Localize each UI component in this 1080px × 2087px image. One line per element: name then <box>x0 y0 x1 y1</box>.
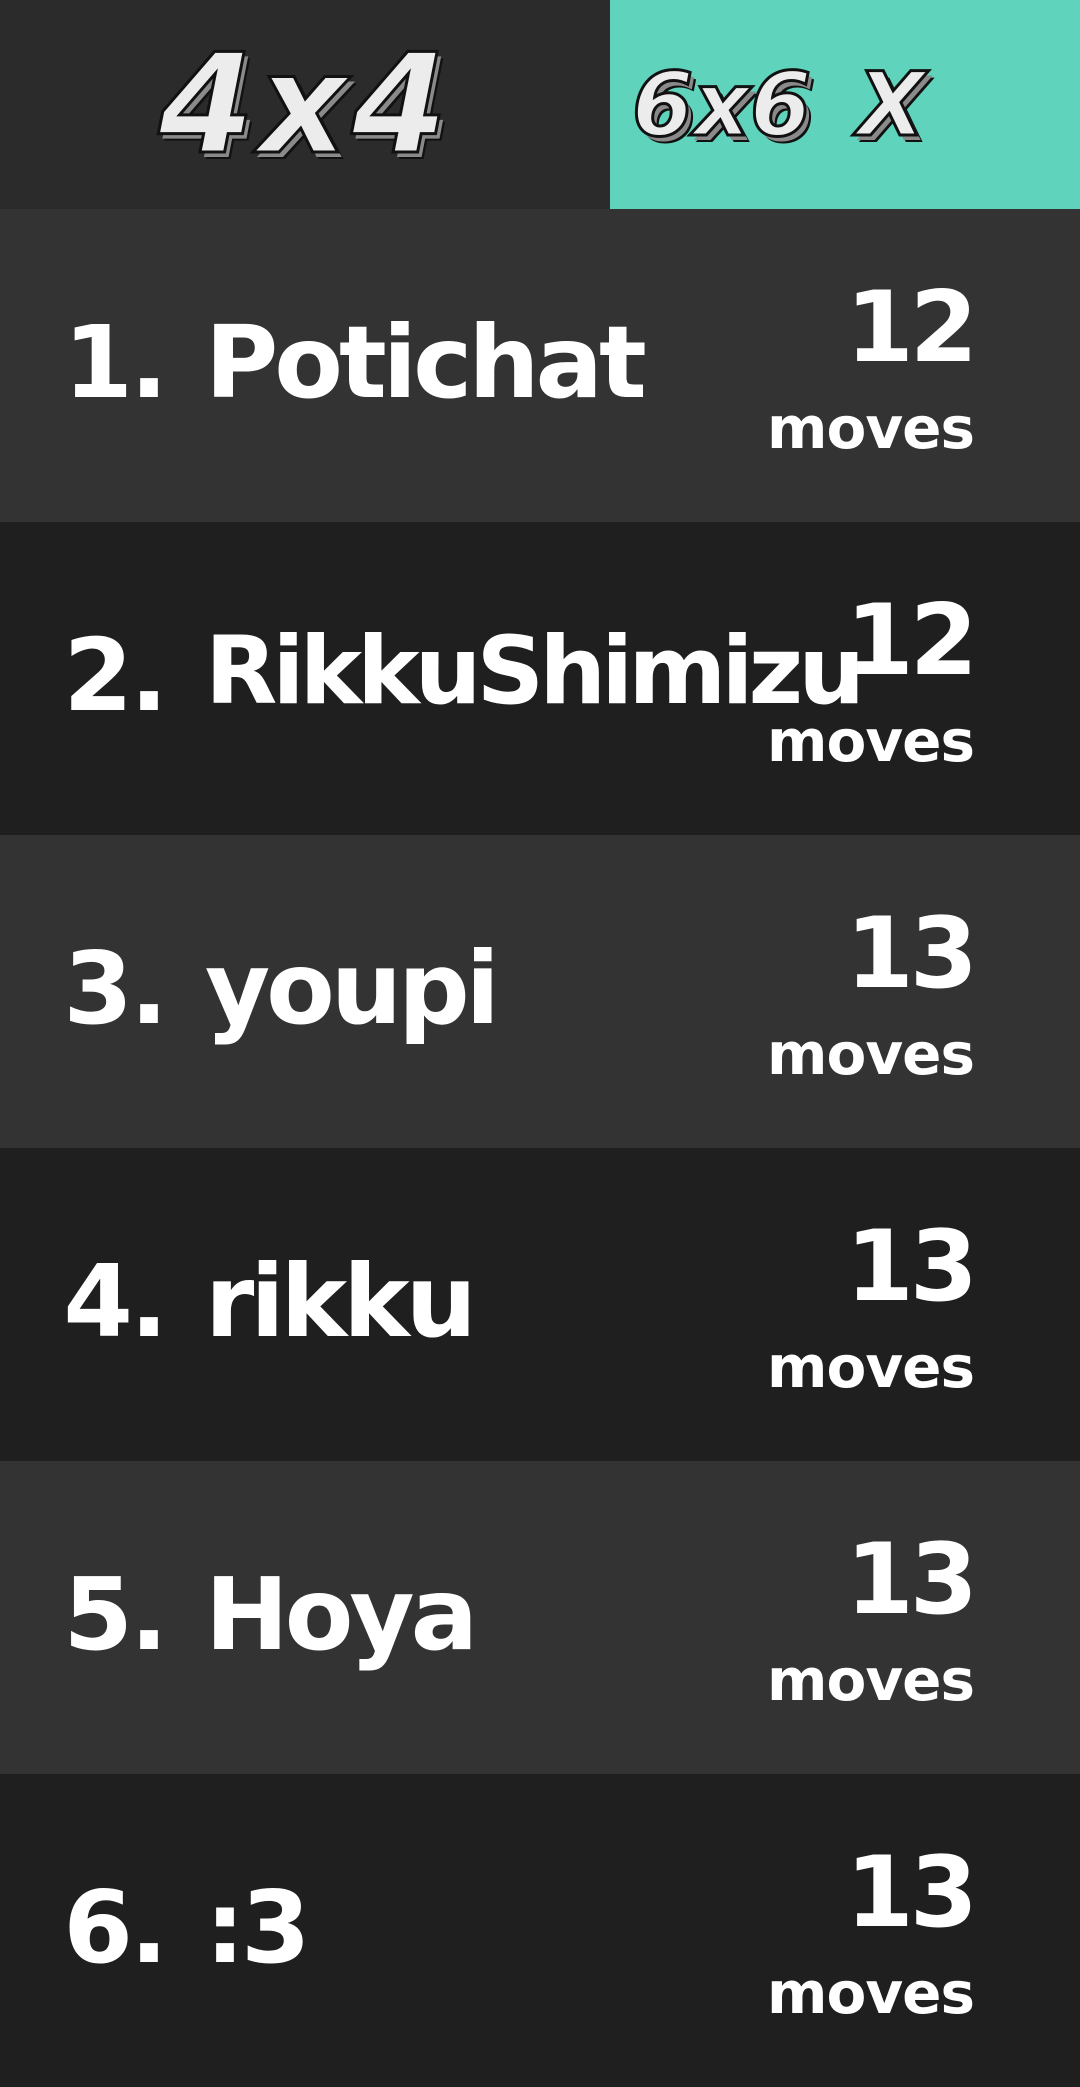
close-icon[interactable]: X <box>856 52 927 158</box>
rank-number: 6. <box>63 1869 168 1986</box>
leaderboard-row: 6. :3 13 moves <box>0 1774 1080 2087</box>
leaderboard-row: 5. Hoya 13 moves <box>0 1461 1080 1774</box>
move-count: 12 <box>845 584 978 698</box>
move-unit: moves <box>767 1020 975 1088</box>
leaderboard-row: 3. youpi 13 moves <box>0 835 1080 1148</box>
tab-6x6[interactable]: 6x6 X <box>610 0 1080 209</box>
move-count: 12 <box>845 271 978 385</box>
leaderboard-row: 2. RikkuShimizu 12 moves <box>0 522 1080 835</box>
tab-6x6-label: 6x6 <box>630 52 812 158</box>
move-unit: moves <box>767 1646 975 1714</box>
move-unit: moves <box>767 1959 975 2027</box>
move-count: 13 <box>845 897 978 1011</box>
player-name: youpi <box>205 930 500 1047</box>
rank-number: 4. <box>63 1243 168 1360</box>
leaderboard-row: 4. rikku 13 moves <box>0 1148 1080 1461</box>
move-unit: moves <box>767 707 975 775</box>
player-name: Hoya <box>205 1556 478 1673</box>
rank-number: 5. <box>63 1556 168 1673</box>
rank-number: 2. <box>63 617 168 734</box>
tab-4x4-label: 4x4 <box>157 23 452 187</box>
tab-4x4[interactable]: 4x4 <box>0 0 610 209</box>
player-name: RikkuShimizu <box>205 617 865 726</box>
player-name: :3 <box>205 1869 311 1986</box>
leaderboard-list: 1. Potichat 12 moves 2. RikkuShimizu 12 … <box>0 209 1080 2087</box>
player-name: rikku <box>205 1243 477 1360</box>
move-unit: moves <box>767 1333 975 1401</box>
move-count: 13 <box>845 1523 978 1637</box>
leaderboard-row: 1. Potichat 12 moves <box>0 209 1080 522</box>
move-count: 13 <box>845 1210 978 1324</box>
rank-number: 3. <box>63 930 168 1047</box>
player-name: Potichat <box>205 304 647 421</box>
move-unit: moves <box>767 394 975 462</box>
rank-number: 1. <box>63 304 168 421</box>
grid-size-tabs: 4x4 6x6 X <box>0 0 1080 209</box>
move-count: 13 <box>845 1836 978 1950</box>
